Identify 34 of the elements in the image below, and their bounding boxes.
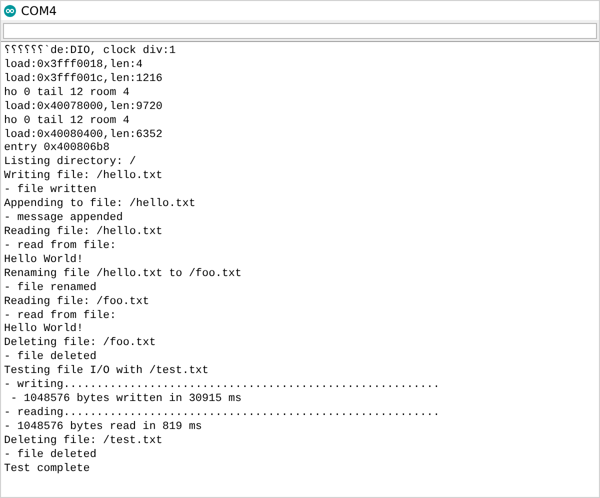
output-line: - file deleted <box>4 351 96 365</box>
output-line: Renaming file /hello.txt to /foo.txt <box>4 268 242 282</box>
output-line: Deleting file: /test.txt <box>4 434 162 449</box>
app-logo-icon <box>4 4 16 16</box>
output-line: ho 0 tail 12 room 4 <box>4 86 130 101</box>
output-line: Test complete <box>4 462 90 477</box>
output-line: - 1048576 bytes read in 819 ms <box>4 420 202 435</box>
output-line: Writing file: /hello.txt <box>4 170 162 184</box>
output-line: load:0x3fff0018,len:4 <box>4 58 143 73</box>
output-line: load:0x40078000,len:9720 <box>4 100 162 115</box>
output-line: Hello World! <box>4 323 84 337</box>
output-line: entry 0x400806b8 <box>4 142 110 156</box>
output-line: load:0x3fff001c,len:1216 <box>4 72 162 87</box>
output-line: - read from file: <box>4 240 116 254</box>
output-line: Appending to file: /hello.txt <box>4 198 196 212</box>
output-line: - reading......................................................... <box>4 406 440 421</box>
output-line: - file renamed <box>4 282 96 296</box>
output-line: Hello World! <box>4 254 84 268</box>
window-title: COM4 <box>21 4 57 18</box>
output-line: Deleting file: /foo.txt <box>4 337 156 351</box>
output-line: Reading file: /foo.txt <box>4 296 150 310</box>
output-line: - message appended <box>4 212 123 226</box>
output-line: Listing directory: / <box>4 156 136 170</box>
output-line: - file written <box>4 184 96 198</box>
input-field[interactable] <box>3 22 597 38</box>
output-line: load:0x40080400,len:6352 <box>4 128 162 142</box>
output-line: - file deleted <box>4 448 96 463</box>
output-line: ⸮⸮⸮⸮⸮⸮`de:DIO, clock div:1 <box>4 45 176 59</box>
output-line: Testing file I/O with /test.txt <box>4 365 209 379</box>
output-line: - 1048576 bytes written in 30915 ms <box>10 393 242 407</box>
output-line: ho 0 tail 12 room 4 <box>4 114 130 129</box>
output-line: Reading file: /hello.txt <box>4 226 162 240</box>
output-line: - writing......................................................... <box>4 379 440 393</box>
output-line: - read from file: <box>4 310 116 323</box>
